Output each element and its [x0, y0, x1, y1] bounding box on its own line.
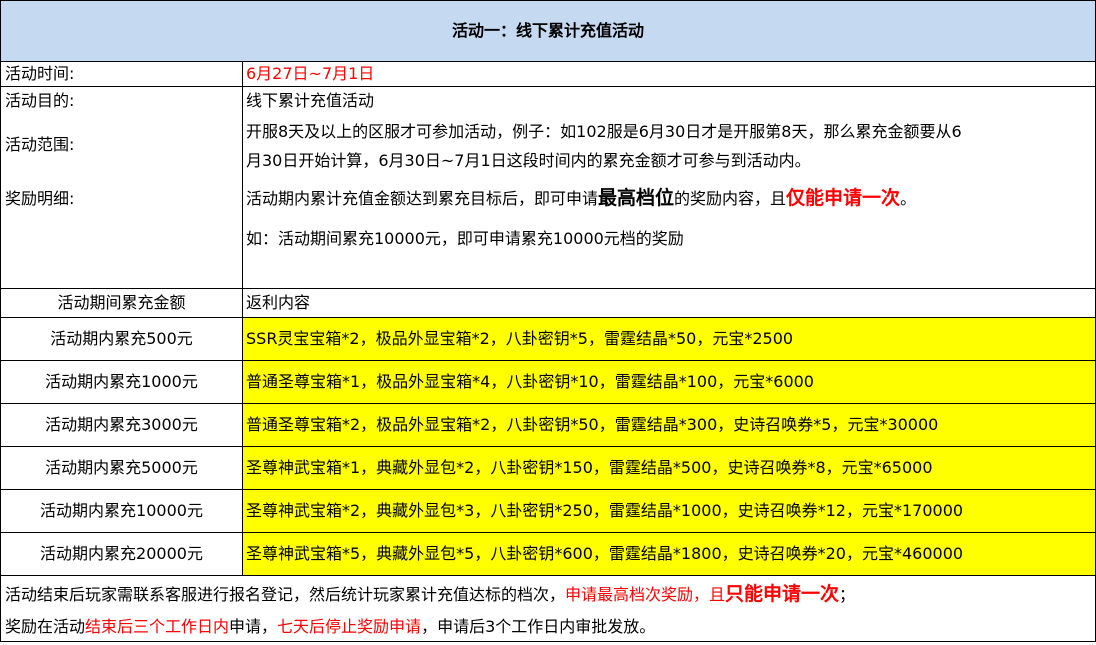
header-rewards: 返利内容	[243, 289, 1096, 318]
footer-text-d: ；	[839, 585, 856, 604]
table-row-rewards: 圣尊神武宝箱*5，典藏外显包*5，八卦密钥*600，雷霆结晶*1800，史诗召唤…	[243, 533, 1096, 576]
info-label-cell: 活动目的: 活动范围: 奖励明细:	[0, 87, 243, 289]
reward-text-highest: 最高档位	[598, 187, 675, 209]
table-row-tier: 活动期内累充1000元	[0, 361, 243, 404]
footer-line-2: 奖励在活动结束后三个工作日内申请，七天后停止奖励申请，申请后3个工作日内审批发放…	[5, 616, 655, 638]
purpose-value: 线下累计充值活动	[246, 91, 375, 110]
reward-text-c: 的奖励内容，且	[674, 189, 787, 208]
table-row-tier: 活动期内累充3000元	[0, 404, 243, 447]
table-row-rewards: 普通圣尊宝箱*1，极品外显宝箱*4，八卦密钥*10，雷霆结晶*100，元宝*60…	[243, 361, 1096, 404]
table-row-tier: 活动期内累充10000元	[0, 490, 243, 533]
footer-text-highest: 申请最高档次奖励，且	[565, 585, 726, 604]
reward-detail-text: 活动期内累计充值金额达到累充目标后，即可申请最高档位的奖励内容，且仅能申请一次。	[246, 187, 916, 210]
footer-text-e: 奖励在活动	[5, 617, 86, 636]
info-value-cell: 线下累计充值活动 开服8天及以上的区服才可参加活动，例子：如102服是6月30日…	[243, 87, 1096, 289]
footer-text-stop: 七天后停止奖励申请	[277, 617, 422, 636]
table-row-tier: 活动期内累充500元	[0, 318, 243, 361]
scope-line-2: 月30日开始计算，6月30日~7月1日这段时间内的累充金额才可参与到活动内。	[246, 151, 811, 170]
footer-text-deadline: 结束后三个工作日内	[85, 617, 230, 636]
reward-text-e: 。	[900, 189, 917, 208]
scope-line-1: 开服8天及以上的区服才可参加活动，例子：如102服是6月30日才是开服第8天，那…	[246, 122, 962, 141]
footer-text-once: 只能申请一次	[725, 583, 840, 605]
header-amount: 活动期间累充金额	[0, 289, 243, 318]
footer-text-a: 活动结束后玩家需联系客服进行报名登记，然后统计玩家累计充值达标的档次，	[5, 585, 566, 604]
time-label: 活动时间:	[0, 62, 243, 87]
footer-line-1: 活动结束后玩家需联系客服进行报名登记，然后统计玩家累计充值达标的档次，申请最高档…	[5, 583, 855, 606]
table-row-rewards: 圣尊神武宝箱*1，典藏外显包*2，八卦密钥*150，雷霆结晶*500，史诗召唤券…	[243, 447, 1096, 490]
example-text: 如：活动期间累充10000元，即可申请累充10000元档的奖励	[246, 229, 684, 248]
table-row-rewards: SSR灵宝宝箱*2，极品外显宝箱*2，八卦密钥*5，雷霆结晶*50，元宝*250…	[243, 318, 1096, 361]
table-row-tier: 活动期内累充5000元	[0, 447, 243, 490]
activity-sheet: 活动一：线下累计充值活动 活动时间: 6月27日~7月1日 活动目的: 活动范围…	[0, 0, 1096, 645]
footer-text-f: 申请，	[229, 617, 278, 636]
time-value: 6月27日~7月1日	[243, 62, 1096, 87]
footer-text-g: ，申请后3个工作日内审批发放。	[421, 617, 656, 636]
sheet-title: 活动一：线下累计充值活动	[0, 0, 1096, 62]
table-row-rewards: 普通圣尊宝箱*2，极品外显宝箱*2，八卦密钥*50，雷霆结晶*300，史诗召唤券…	[243, 404, 1096, 447]
table-row-rewards: 圣尊神武宝箱*2，典藏外显包*3，八卦密钥*250，雷霆结晶*1000，史诗召唤…	[243, 490, 1096, 533]
footer-note: 活动结束后玩家需联系客服进行报名登记，然后统计玩家累计充值达标的档次，申请最高档…	[0, 576, 1096, 642]
reward-detail-label: 奖励明细:	[5, 189, 75, 208]
purpose-label: 活动目的:	[5, 91, 75, 110]
scope-label: 活动范围:	[5, 135, 75, 154]
table-row-tier: 活动期内累充20000元	[0, 533, 243, 576]
reward-text-a: 活动期内累计充值金额达到累充目标后，即可申请	[246, 189, 599, 208]
reward-text-once: 仅能申请一次	[786, 187, 901, 209]
